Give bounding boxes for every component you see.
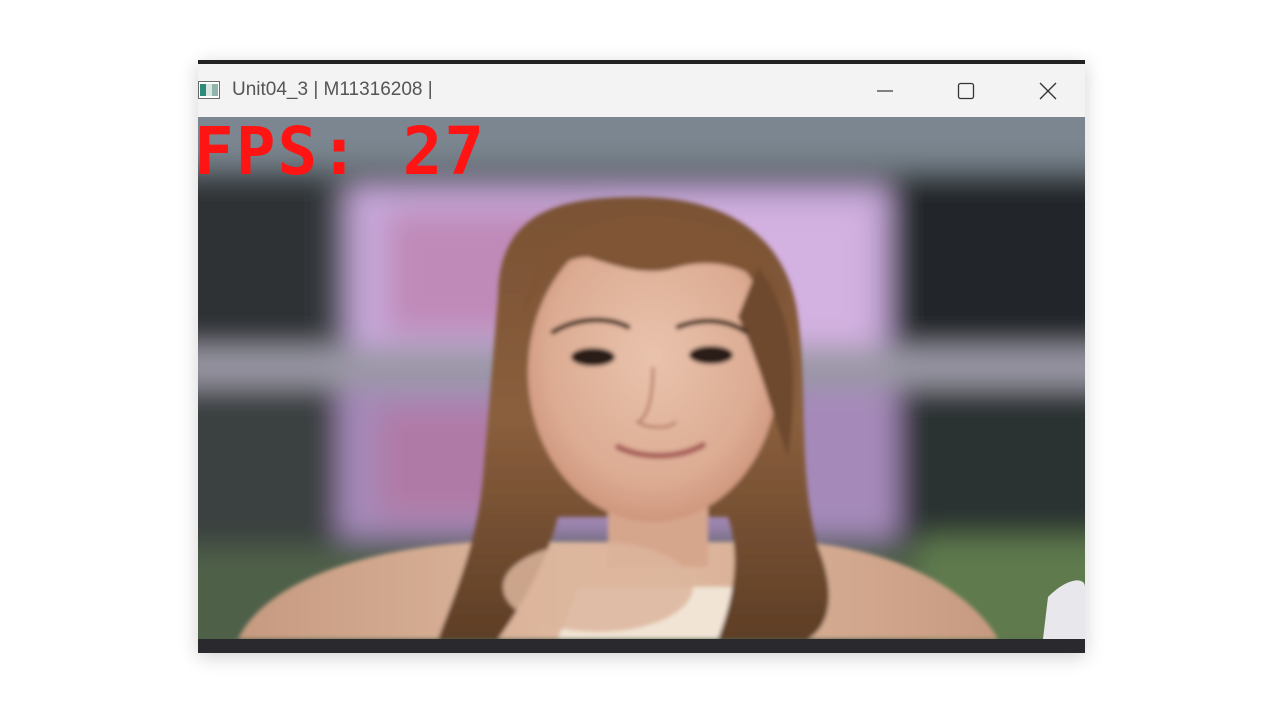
video-frame: FPS: 27 xyxy=(198,117,1085,639)
opencv-window-icon xyxy=(198,81,220,99)
minimize-button[interactable] xyxy=(850,64,920,117)
window-title: Unit04_3 | M11316208 | xyxy=(232,79,433,100)
title-bar[interactable]: Unit04_3 | M11316208 | xyxy=(198,64,1085,117)
fps-overlay: FPS: 27 xyxy=(198,117,487,190)
minimize-icon xyxy=(877,89,893,92)
app-window: Unit04_3 | M11316208 | FPS: 27 xyxy=(198,60,1085,653)
maximize-button[interactable] xyxy=(931,64,1001,117)
close-button[interactable] xyxy=(1013,64,1083,117)
window-bottom-strip xyxy=(198,639,1085,653)
camera-image xyxy=(198,117,1085,639)
maximize-icon xyxy=(957,82,975,99)
close-icon xyxy=(1039,82,1057,99)
